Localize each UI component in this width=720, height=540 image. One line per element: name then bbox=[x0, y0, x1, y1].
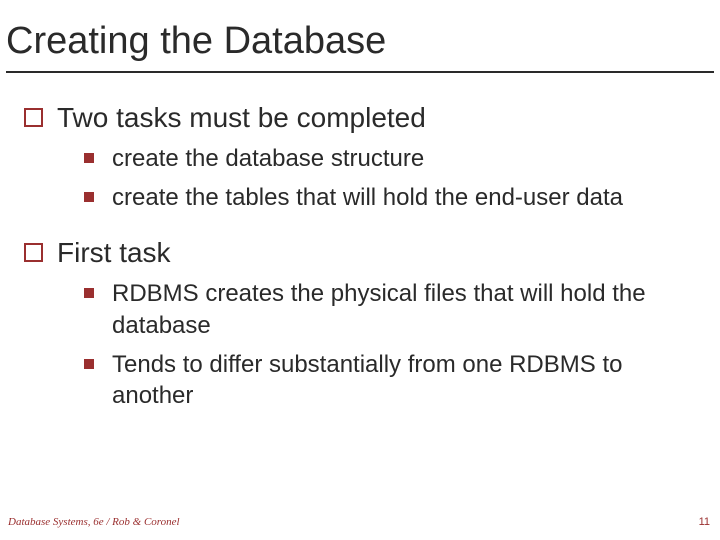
square-outline-icon bbox=[24, 108, 43, 127]
list-subitem-text: Tends to differ substantially from one R… bbox=[112, 349, 696, 411]
bullet-group: Two tasks must be completed create the d… bbox=[24, 100, 696, 213]
list-item: First task bbox=[24, 235, 696, 270]
list-subitem-text: create the tables that will hold the end… bbox=[112, 182, 623, 213]
square-outline-icon bbox=[24, 243, 43, 262]
list-subitem: create the tables that will hold the end… bbox=[84, 182, 696, 213]
list-subitem-text: RDBMS creates the physical files that wi… bbox=[112, 278, 696, 340]
slide: Creating the Database Two tasks must be … bbox=[0, 0, 720, 540]
list-subitem: create the database structure bbox=[84, 143, 696, 174]
slide-title: Creating the Database bbox=[6, 20, 714, 73]
list-subitem: Tends to differ substantially from one R… bbox=[84, 349, 696, 411]
list-item-text: First task bbox=[57, 235, 171, 270]
bullet-group: First task RDBMS creates the physical fi… bbox=[24, 235, 696, 411]
list-item-text: Two tasks must be completed bbox=[57, 100, 426, 135]
page-number: 11 bbox=[699, 516, 710, 528]
square-filled-icon bbox=[84, 359, 94, 369]
list-subitem: RDBMS creates the physical files that wi… bbox=[84, 278, 696, 340]
slide-body: Two tasks must be completed create the d… bbox=[24, 100, 696, 433]
square-filled-icon bbox=[84, 192, 94, 202]
square-filled-icon bbox=[84, 153, 94, 163]
list-subitem-text: create the database structure bbox=[112, 143, 424, 174]
footer-source: Database Systems, 6e / Rob & Coronel bbox=[8, 516, 180, 528]
square-filled-icon bbox=[84, 288, 94, 298]
list-item: Two tasks must be completed bbox=[24, 100, 696, 135]
